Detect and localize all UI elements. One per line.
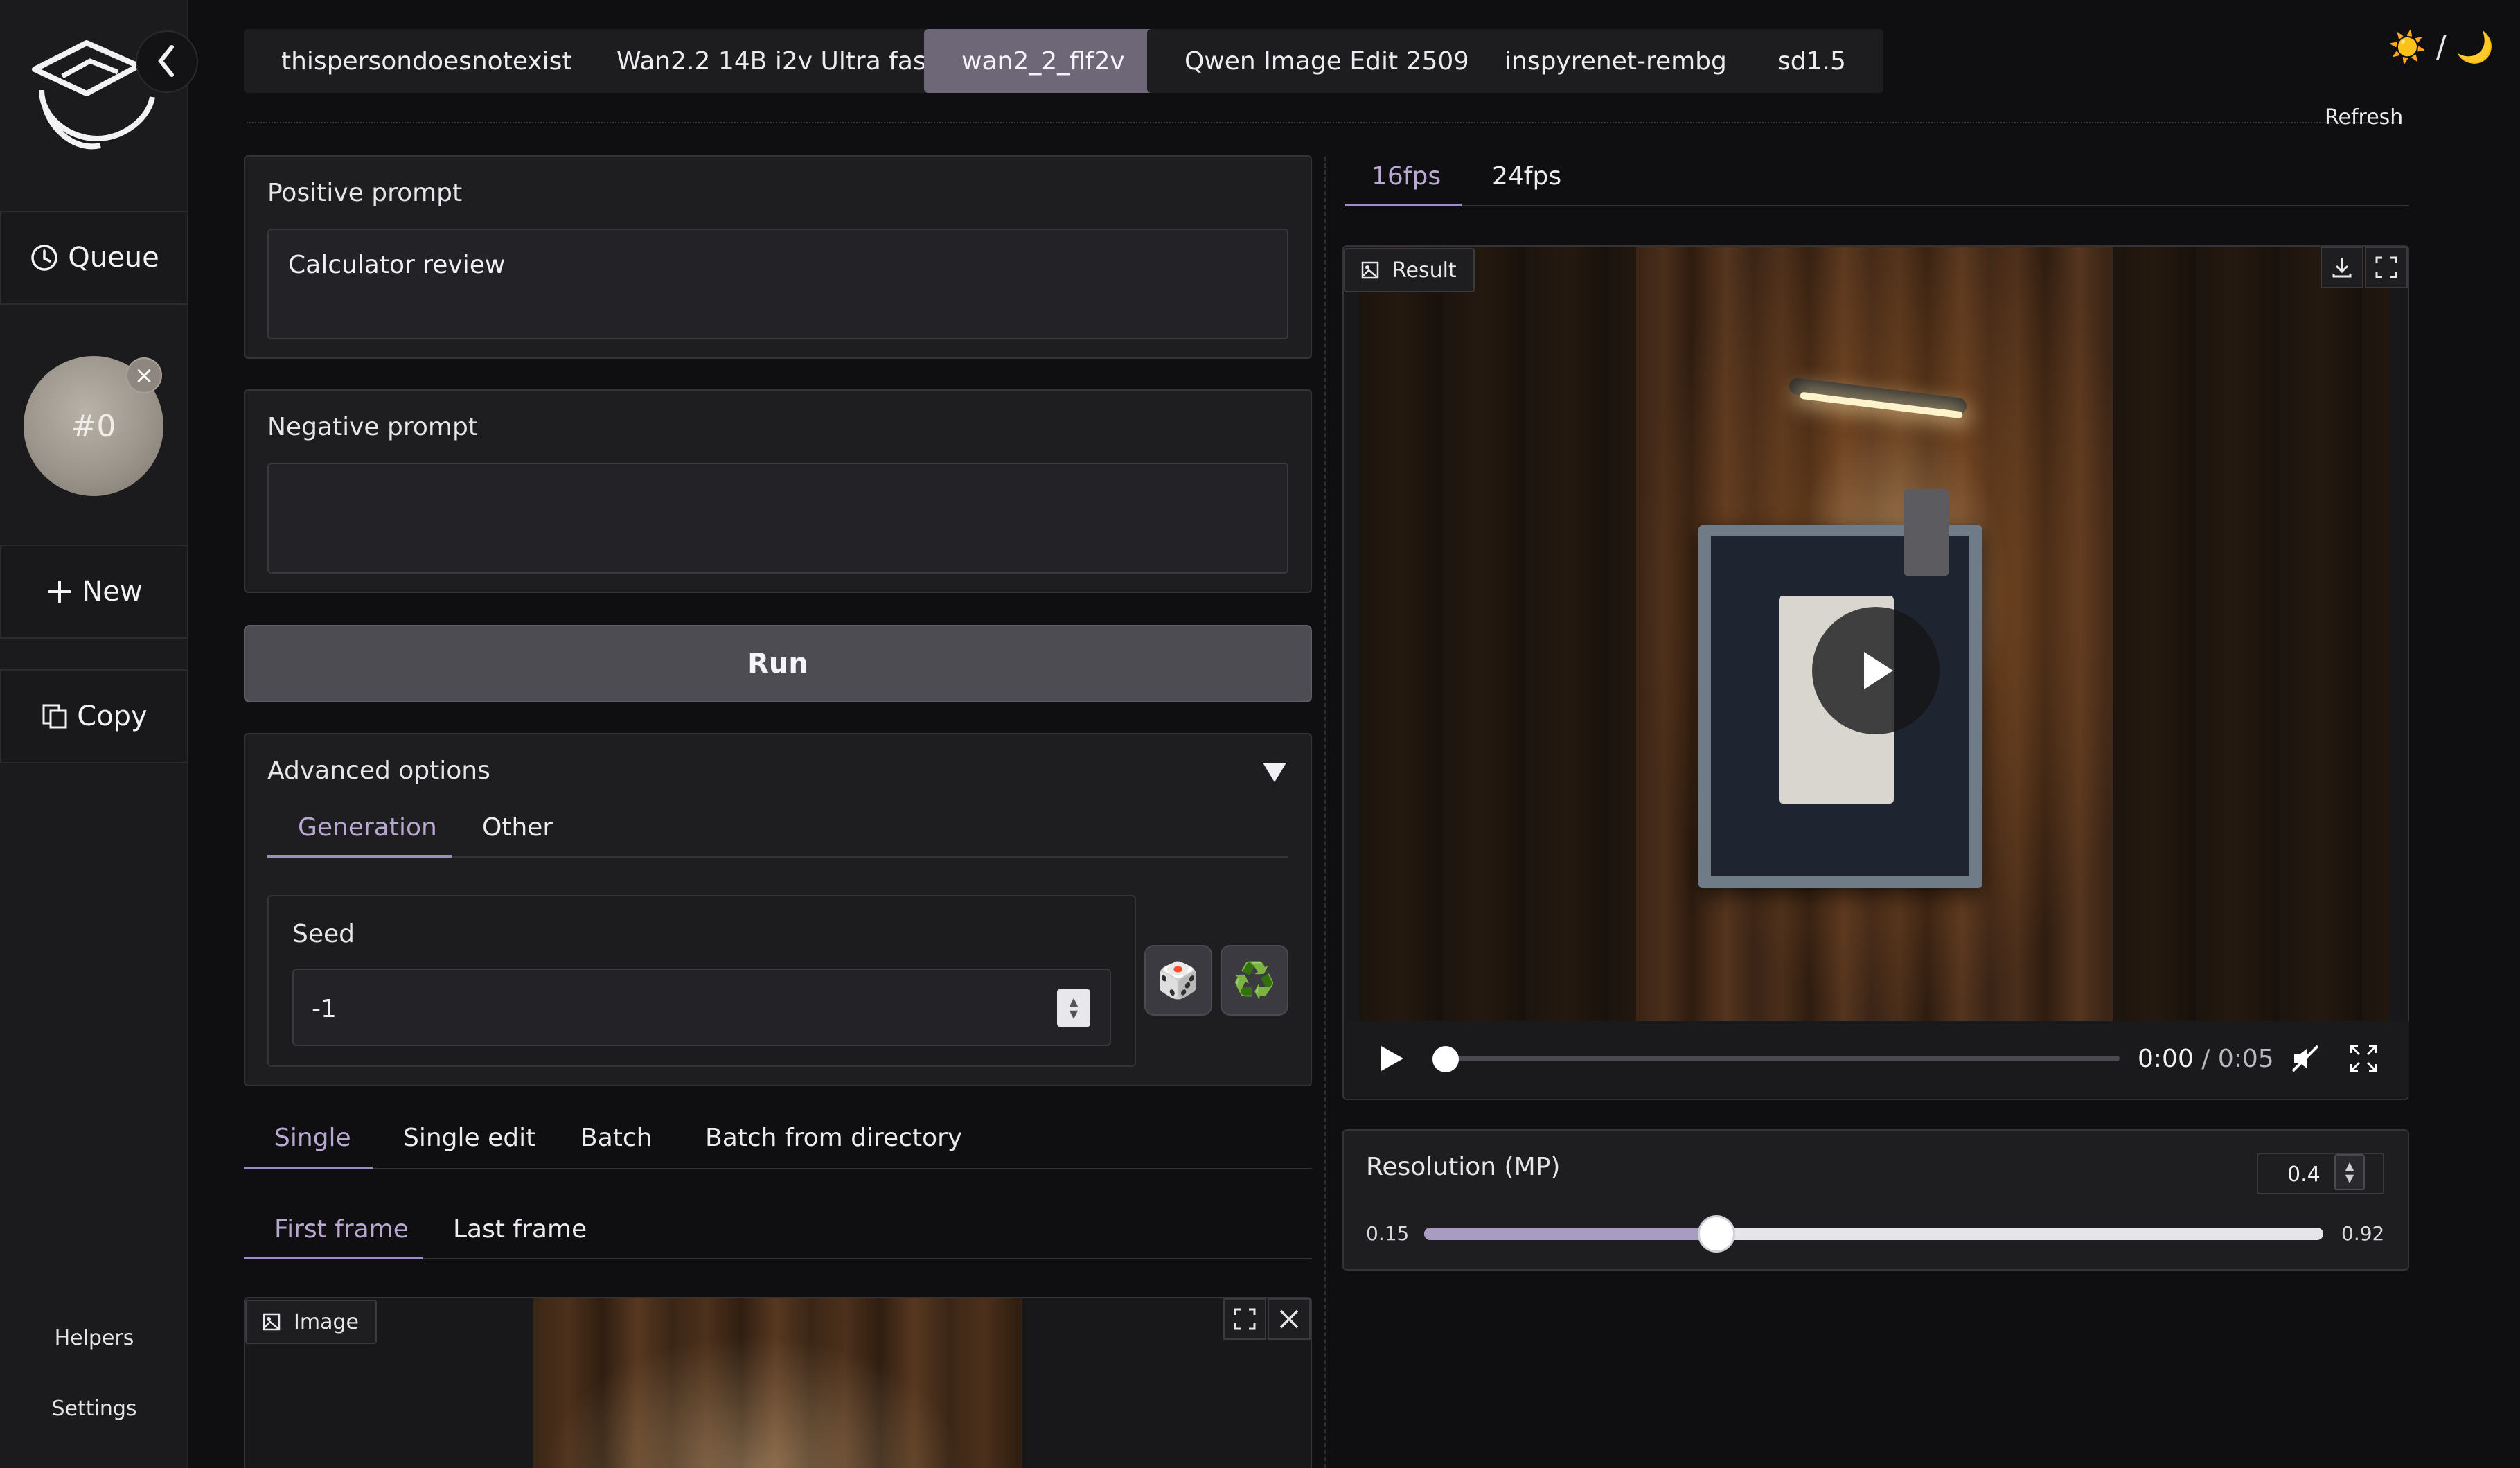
tab-generation[interactable]: Generation <box>298 813 437 842</box>
new-label: New <box>82 576 143 608</box>
video-letterbox-right <box>2113 247 2390 1021</box>
seed-input[interactable]: -1 <box>292 969 1111 1046</box>
tab-sd15[interactable]: sd1.5 <box>1740 29 1883 93</box>
video-time: 0:00 / 0:05 <box>2138 1045 2274 1073</box>
first-frame-image <box>533 1298 1022 1468</box>
video-seek-bar[interactable] <box>1446 1056 2120 1061</box>
time-separator: / <box>2193 1045 2218 1073</box>
fullscreen-icon[interactable] <box>2348 1043 2379 1074</box>
theme-toggle[interactable]: ☀️ / 🌙 <box>2388 29 2494 65</box>
image-fullscreen-button[interactable] <box>1223 1298 1266 1340</box>
copy-button[interactable]: Copy <box>0 669 188 763</box>
tab-batch-from-directory[interactable]: Batch from directory <box>705 1124 962 1152</box>
video-letterbox-left <box>1359 247 1636 1021</box>
time-current: 0:00 <box>2138 1045 2194 1073</box>
video-seek-handle[interactable] <box>1432 1046 1459 1072</box>
result-label: Result <box>1392 258 1457 283</box>
tab-24fps[interactable]: 24fps <box>1492 162 1561 191</box>
column-divider <box>1324 157 1326 1468</box>
tab-single-edit[interactable]: Single edit <box>403 1124 535 1152</box>
mute-icon[interactable] <box>2290 1043 2321 1074</box>
image-icon <box>1361 261 1379 279</box>
frame-tab-indicator <box>244 1257 423 1259</box>
new-button[interactable]: New <box>0 545 188 639</box>
queue-label: Queue <box>68 242 159 274</box>
reuse-seed-button[interactable]: ♻️ <box>1221 945 1288 1016</box>
seed-label: Seed <box>292 920 355 948</box>
remove-queue-item-button[interactable]: × <box>126 357 162 393</box>
resolution-input[interactable]: 0.4 <box>2257 1153 2384 1194</box>
dice-icon: 🎲 <box>1156 959 1200 1000</box>
tab-wan22-14b-i2v[interactable]: Wan2.2 14B i2v Ultra fast <box>579 29 973 93</box>
tab-batch[interactable]: Batch <box>580 1124 652 1152</box>
tab-other[interactable]: Other <box>482 813 553 842</box>
resolution-max: 0.92 <box>2341 1222 2385 1245</box>
copy-icon <box>42 704 67 729</box>
download-icon <box>2332 258 2352 278</box>
tab-wan2-2-flf2v[interactable]: wan2_2_flf2v <box>924 29 1162 93</box>
result-badge: Result <box>1344 248 1475 292</box>
history-icon <box>31 245 58 271</box>
positive-prompt-label: Positive prompt <box>267 179 463 207</box>
collapse-triangle-icon[interactable] <box>1261 761 1288 784</box>
video-content-lamp-clip <box>1904 489 1949 576</box>
resolution-label: Resolution (MP) <box>1366 1153 1561 1181</box>
image-badge: Image <box>245 1300 377 1344</box>
resolution-panel <box>1342 1129 2409 1271</box>
positive-prompt-input[interactable]: Calculator review <box>267 229 1288 339</box>
mode-tabs-line <box>244 1168 1312 1169</box>
play-icon <box>1864 652 1893 689</box>
chevron-left-icon <box>158 45 174 77</box>
tab-qwen-image-edit[interactable]: Qwen Image Edit 2509 <box>1147 29 1507 93</box>
plus-icon <box>48 581 71 603</box>
random-seed-button[interactable]: 🎲 <box>1144 945 1212 1016</box>
fullscreen-icon <box>2375 256 2397 278</box>
resolution-slider-handle[interactable] <box>1697 1215 1735 1253</box>
queue-button[interactable]: Queue <box>0 211 188 305</box>
tab-inspyrenet-rembg[interactable]: inspyrenet-rembg <box>1467 29 1764 93</box>
fps-tab-indicator <box>1345 204 1462 206</box>
copy-label: Copy <box>77 700 148 732</box>
video-play-overlay-button[interactable] <box>1812 607 1940 734</box>
tab-single[interactable]: Single <box>274 1124 351 1152</box>
resolution-slider-fill <box>1424 1228 1716 1240</box>
settings-link[interactable]: Settings <box>0 1397 188 1421</box>
advanced-tab-indicator <box>267 855 452 858</box>
negative-prompt-input[interactable] <box>267 463 1288 574</box>
stepper-up-icon: ▲ <box>1069 995 1079 1008</box>
stepper-down-icon: ▼ <box>1069 1007 1079 1020</box>
tab-16fps[interactable]: 16fps <box>1372 162 1441 191</box>
fullscreen-icon <box>1234 1308 1256 1330</box>
time-total: 0:05 <box>2217 1045 2274 1073</box>
fps-tabs-line <box>1345 205 2409 206</box>
avatar-label: #0 <box>71 408 116 444</box>
result-fullscreen-button[interactable] <box>2365 247 2408 288</box>
image-clear-button[interactable] <box>1268 1298 1311 1340</box>
resolution-min: 0.15 <box>1366 1222 1410 1245</box>
tab-separator <box>247 122 2398 123</box>
tab-last-frame[interactable]: Last frame <box>453 1215 587 1244</box>
negative-prompt-label: Negative prompt <box>267 413 478 441</box>
tab-thispersondoesnotexist[interactable]: thispersondoesnotexist <box>244 29 610 93</box>
close-icon <box>1279 1309 1299 1329</box>
refresh-button[interactable]: Refresh <box>2325 105 2403 130</box>
close-icon: × <box>134 362 154 389</box>
stepper-down-icon: ▼ <box>2345 1171 2354 1185</box>
seed-stepper[interactable]: ▲ ▼ <box>1057 989 1090 1027</box>
image-icon <box>263 1313 281 1331</box>
mode-tab-indicator <box>244 1167 373 1169</box>
advanced-options-label[interactable]: Advanced options <box>267 757 490 785</box>
resolution-stepper[interactable]: ▲ ▼ <box>2334 1154 2365 1190</box>
run-button[interactable]: Run <box>244 625 1312 702</box>
recycle-icon: ♻️ <box>1232 959 1277 1000</box>
stepper-up-icon: ▲ <box>2345 1159 2354 1172</box>
image-label: Image <box>294 1309 359 1334</box>
tab-first-frame[interactable]: First frame <box>274 1215 409 1244</box>
play-icon[interactable] <box>1376 1043 1406 1074</box>
helpers-link[interactable]: Helpers <box>0 1326 188 1350</box>
collapse-sidebar-button[interactable] <box>136 30 198 93</box>
download-button[interactable] <box>2321 247 2363 288</box>
